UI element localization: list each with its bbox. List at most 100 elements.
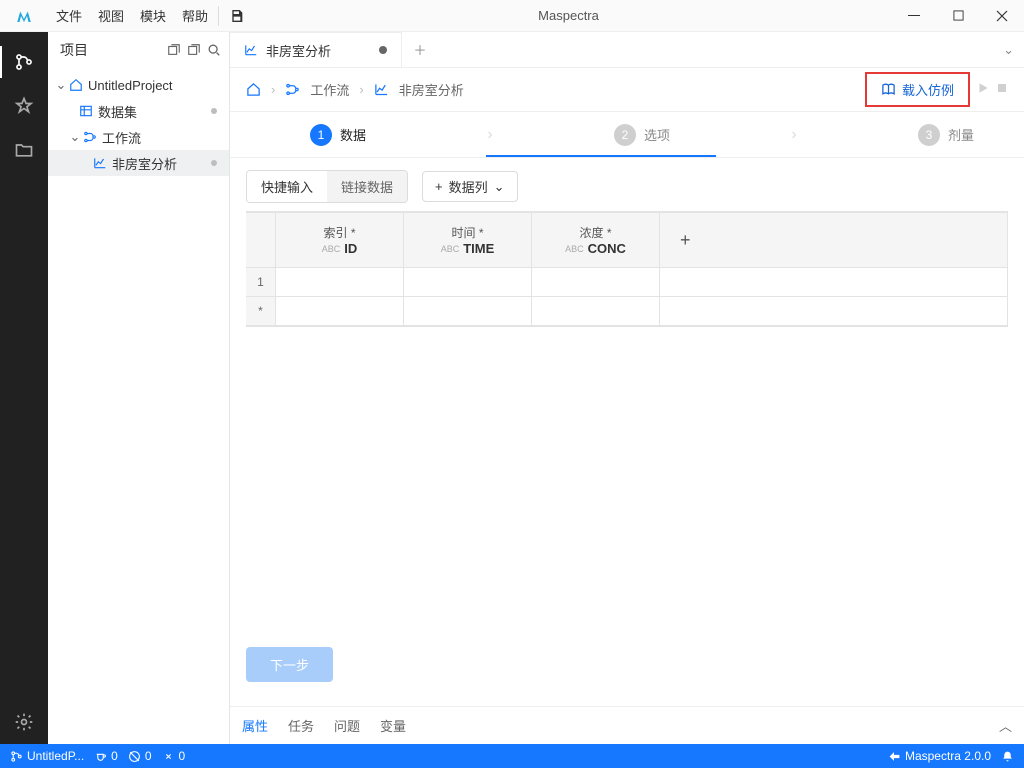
window-minimize[interactable] <box>892 0 936 32</box>
menu-help[interactable]: 帮助 <box>182 6 208 25</box>
cell-empty <box>660 297 1008 325</box>
step-options[interactable]: 2 选项 <box>614 124 670 146</box>
collapse-all-icon[interactable] <box>167 43 181 57</box>
bottom-tab-attr[interactable]: 属性 <box>242 716 268 735</box>
activity-settings[interactable] <box>0 700 48 744</box>
tab-label: 非房室分析 <box>266 41 331 60</box>
bottom-tab-issue[interactable]: 问题 <box>334 716 360 735</box>
data-pane: 快捷输入 链接数据 + 数据列 ⌄ 索引 * ABCID <box>230 158 1024 706</box>
window-title: Maspectra <box>245 8 892 23</box>
activity-bar <box>0 32 48 744</box>
step-num: 3 <box>918 124 940 146</box>
breadcrumb-sep: › <box>271 82 275 97</box>
chevron-up-icon[interactable]: ︿ <box>999 716 1012 735</box>
next-button[interactable]: 下一步 <box>246 647 333 682</box>
header-id[interactable]: 索引 * ABCID <box>276 213 404 267</box>
status-version[interactable]: Maspectra 2.0.0 <box>888 749 991 763</box>
tab-nca[interactable]: 非房室分析 <box>230 32 402 67</box>
steps: 1 数据 › 2 选项 › 3 剂量 <box>230 112 1024 158</box>
tree-dataset[interactable]: 数据集 <box>48 98 229 124</box>
data-column-button[interactable]: + 数据列 ⌄ <box>422 171 518 202</box>
status-bell[interactable] <box>1001 750 1014 763</box>
tab-add-button[interactable]: ＋ <box>402 32 438 67</box>
step-dose[interactable]: 3 剂量 <box>918 124 974 146</box>
status-bar: UntitledP... 0 0 0 Maspectra 2.0.0 <box>0 744 1024 768</box>
step-label: 数据 <box>340 125 366 144</box>
dirty-dot <box>211 160 217 166</box>
step-sep: › <box>670 126 918 144</box>
sidebar: 项目 ⌄ UntitledProject 数据集 ⌄ 工作流 <box>48 32 230 744</box>
editor-area: 非房室分析 ＋ ⌄ › 工作流 › 非房室分析 载入仿例 <box>230 32 1024 744</box>
tree-project[interactable]: ⌄ UntitledProject <box>48 72 229 98</box>
row-number-new: * <box>246 297 276 325</box>
dataset-icon <box>78 104 94 118</box>
bottom-tab-task[interactable]: 任务 <box>288 716 314 735</box>
activity-source-control[interactable] <box>0 40 48 84</box>
row-number: 1 <box>246 268 276 296</box>
tree-nca[interactable]: 非房室分析 <box>48 150 229 176</box>
type-icon: ABC <box>565 244 584 254</box>
input-mode-toggle: 快捷输入 链接数据 <box>246 170 408 203</box>
step-num: 1 <box>310 124 332 146</box>
status-error[interactable]: 0 <box>162 749 186 763</box>
tree-workflow-label: 工作流 <box>102 128 141 147</box>
cell-time[interactable] <box>404 297 532 325</box>
menu-module[interactable]: 模块 <box>140 6 166 25</box>
breadcrumb-workflow[interactable]: 工作流 <box>310 80 349 99</box>
window-maximize[interactable] <box>936 0 980 32</box>
tree-dataset-label: 数据集 <box>98 102 137 121</box>
breadcrumb-sep: › <box>359 82 363 97</box>
header-add-column[interactable]: + <box>660 213 1008 267</box>
link-data-tab[interactable]: 链接数据 <box>327 171 407 202</box>
breadcrumb-nca[interactable]: 非房室分析 <box>399 80 464 99</box>
quick-input-tab[interactable]: 快捷输入 <box>247 171 327 202</box>
project-tree: ⌄ UntitledProject 数据集 ⌄ 工作流 非房室分析 <box>48 68 229 180</box>
cell-empty <box>660 268 1008 296</box>
search-icon[interactable] <box>207 43 221 57</box>
load-example-label: 载入仿例 <box>902 80 954 99</box>
cell-conc[interactable] <box>532 268 660 296</box>
step-num: 2 <box>614 124 636 146</box>
tree-nca-label: 非房室分析 <box>112 154 177 173</box>
workflow-icon <box>285 82 300 97</box>
step-label: 剂量 <box>948 125 974 144</box>
tree-workflow[interactable]: ⌄ 工作流 <box>48 124 229 150</box>
dirty-dot <box>379 46 387 54</box>
stop-icon[interactable] <box>996 82 1008 97</box>
tree-project-label: UntitledProject <box>88 78 173 93</box>
type-icon: ABC <box>322 244 341 254</box>
sidebar-title: 项目 <box>60 40 167 60</box>
cell-id[interactable] <box>276 297 404 325</box>
menu-view[interactable]: 视图 <box>98 6 124 25</box>
activity-folder[interactable] <box>0 128 48 172</box>
status-cup[interactable]: 0 <box>94 749 118 763</box>
plus-icon: + <box>680 230 691 251</box>
cell-id[interactable] <box>276 268 404 296</box>
status-branch[interactable]: UntitledP... <box>10 749 84 763</box>
chevron-down-icon: ⌄ <box>494 179 505 195</box>
plus-icon: + <box>435 179 443 194</box>
chevron-down-icon[interactable]: ⌄ <box>1003 42 1014 58</box>
app-logo <box>0 7 48 25</box>
chart-icon <box>374 82 389 97</box>
activity-star[interactable] <box>0 84 48 128</box>
load-example-button[interactable]: 载入仿例 <box>865 72 970 107</box>
header-time[interactable]: 时间 * ABCTIME <box>404 213 532 267</box>
cell-time[interactable] <box>404 268 532 296</box>
save-button[interactable] <box>229 8 245 24</box>
type-icon: ABC <box>441 244 460 254</box>
bottom-tab-var[interactable]: 变量 <box>380 716 406 735</box>
new-item-icon[interactable] <box>187 43 201 57</box>
play-icon[interactable] <box>976 81 990 98</box>
menu-file[interactable]: 文件 <box>56 6 82 25</box>
home-icon <box>68 78 84 92</box>
main-menu: 文件 视图 模块 帮助 <box>48 6 208 25</box>
header-conc[interactable]: 浓度 * ABCCONC <box>532 213 660 267</box>
window-close[interactable] <box>980 0 1024 32</box>
dirty-dot <box>211 108 217 114</box>
home-icon[interactable] <box>246 82 261 97</box>
cell-conc[interactable] <box>532 297 660 325</box>
data-column-label: 数据列 <box>449 177 488 196</box>
status-check[interactable]: 0 <box>128 749 152 763</box>
step-data[interactable]: 1 数据 <box>310 124 366 146</box>
